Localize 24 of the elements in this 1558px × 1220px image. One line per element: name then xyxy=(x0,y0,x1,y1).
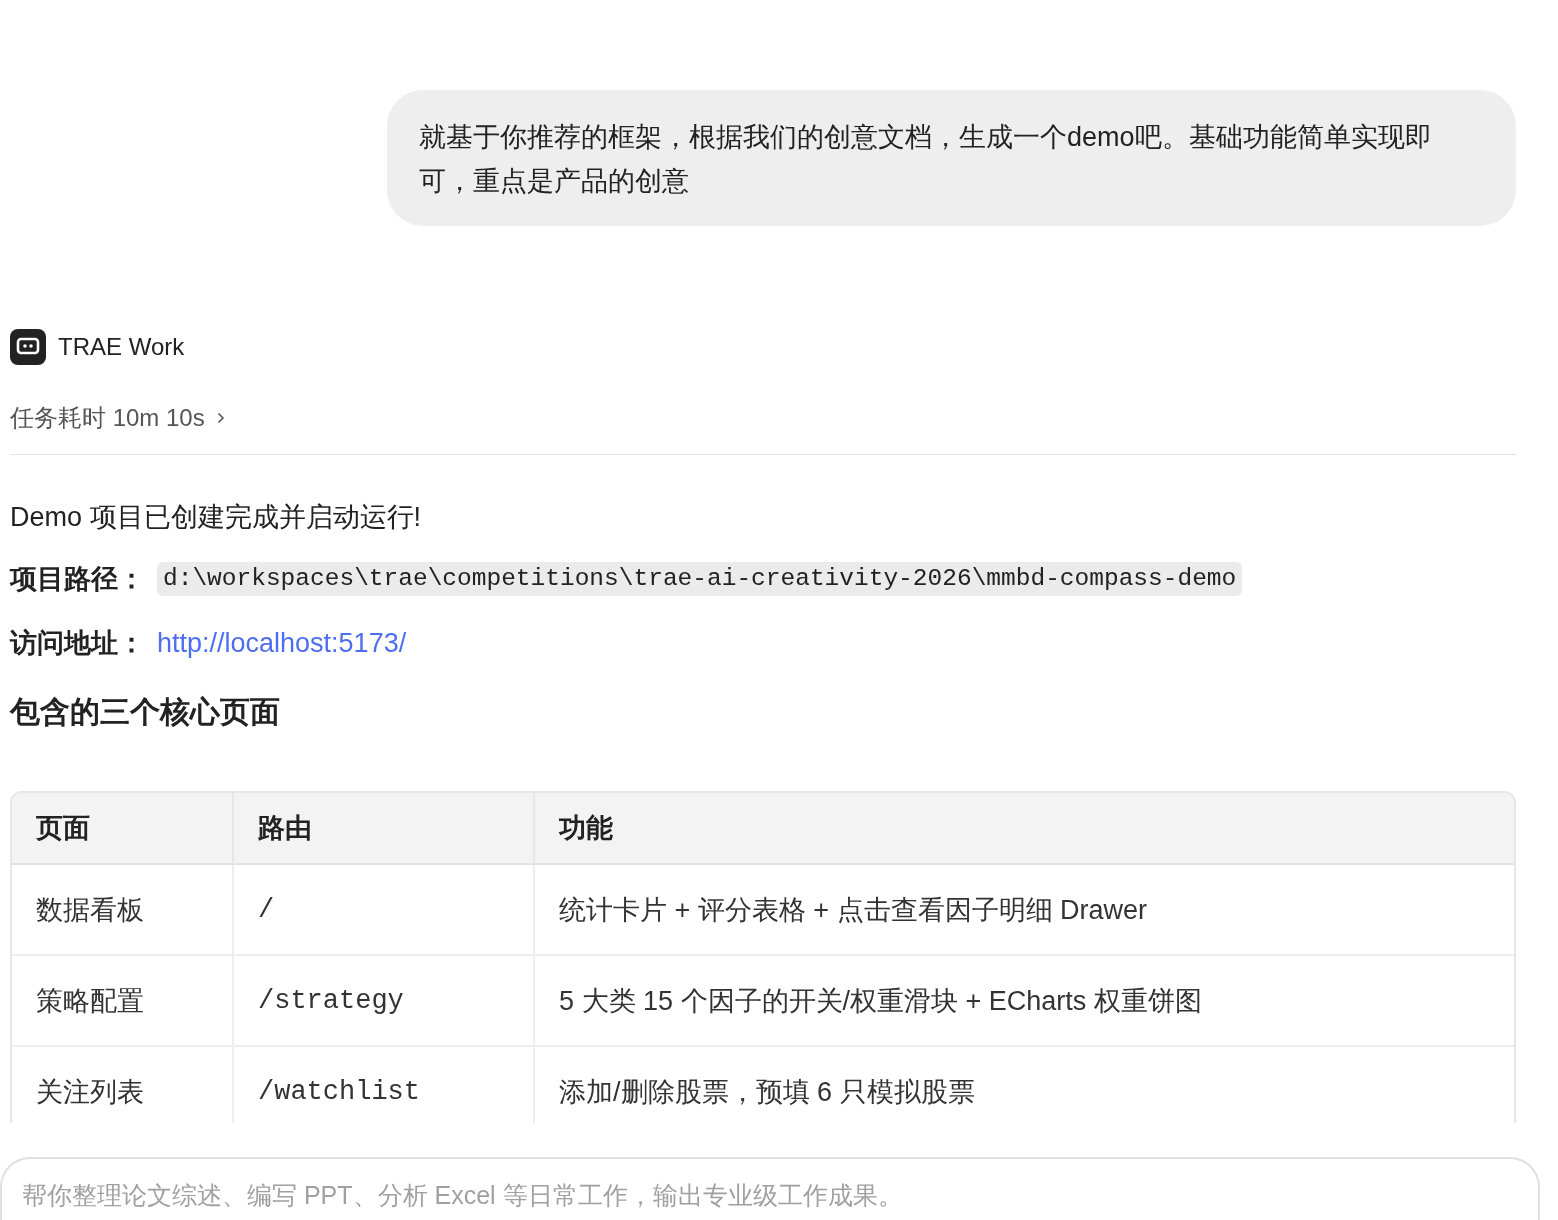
url-link[interactable]: http://localhost:5173/ xyxy=(157,621,407,665)
table-cell: 统计卡片 + 评分表格 + 点击查看因子明细 Drawer xyxy=(535,865,1514,956)
table-cell: 添加/删除股票，预填 6 只模拟股票 xyxy=(535,1047,1514,1123)
agent-name: TRAE Work xyxy=(58,332,185,362)
section-heading: 包含的三个核心页面 xyxy=(10,694,281,730)
summary-text: Demo 项目已创建完成并启动运行! xyxy=(10,501,423,534)
table-cell: 数据看板 xyxy=(12,865,234,956)
table-cell: /watchlist xyxy=(234,1047,535,1123)
table-cell: 策略配置 xyxy=(12,956,234,1047)
table-cell: / xyxy=(234,865,535,956)
column-header: 功能 xyxy=(535,793,1514,865)
chevron-right-icon xyxy=(216,412,225,424)
message-input-field[interactable]: 帮你整理论文综述、编写 PPT、分析 Excel 等日常工作，输出专业级工作成果。 xyxy=(0,1157,1540,1220)
table-cell: 5 大类 15 个因子的开关/权重滑块 + ECharts 权重饼图 xyxy=(535,956,1514,1047)
user-message-bubble: 就基于你推荐的框架，根据我们的创意文档，生成一个demo吧。基础功能简单实现即可，重点是产品的创意 xyxy=(387,90,1516,226)
column-header: 路由 xyxy=(234,793,535,865)
column-header: 页面 xyxy=(12,793,234,865)
table-cell: /strategy xyxy=(234,956,535,1047)
field-label: 访问地址： xyxy=(10,627,145,660)
table-cell: 关注列表 xyxy=(12,1047,234,1123)
chat-window-logo-icon xyxy=(10,329,46,365)
field-label: 项目路径： xyxy=(10,563,145,596)
task-duration-toggle[interactable]: 任务耗时 10m 10s xyxy=(10,400,225,436)
project-path-code: d:\workspaces\trae\competitions\trae-ai-creativity-2026\mmbd-compass-demo xyxy=(157,562,1243,596)
